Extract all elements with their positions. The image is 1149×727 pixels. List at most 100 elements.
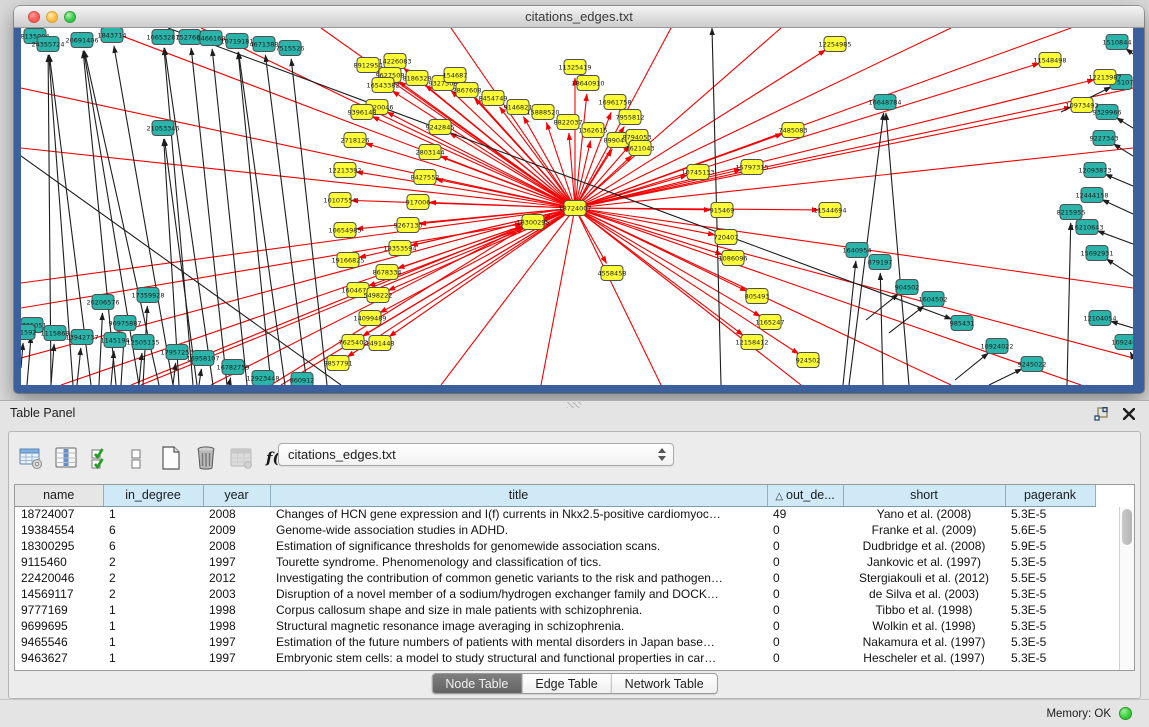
table-cell[interactable]: 0 [767,522,843,538]
table-cell[interactable]: 1997 [203,554,270,570]
citation-edge[interactable] [1097,231,1133,244]
graph-node[interactable]: 9245022 [1018,357,1047,372]
citation-edge[interactable] [61,226,523,385]
table-row[interactable]: 946554611997Estimation of the future num… [15,634,1095,650]
table-cell[interactable]: Estimation of significance thresholds fo… [270,538,767,554]
graph-node[interactable]: 879197 [868,255,893,270]
citation-edge[interactable] [575,208,1081,385]
table-selector[interactable]: citations_edges.txt [278,443,674,466]
citation-edge[interactable] [575,208,661,385]
citation-edge[interactable] [880,273,883,385]
table-cell[interactable]: 5.3E-5 [1005,602,1095,618]
graph-node[interactable]: 1843714 [98,28,127,43]
graph-node[interactable]: 1165247 [756,315,785,330]
close-panel-icon[interactable] [1121,406,1137,422]
citation-edge[interactable] [99,313,102,385]
memory-status-icon[interactable] [1119,707,1132,720]
table-cell[interactable]: Embryonic stem cells: a model to study s… [270,650,767,666]
citation-edge[interactable] [387,112,575,208]
table-cell[interactable]: Corpus callosum shape and size in male p… [270,602,767,618]
graph-node[interactable]: 1604502 [919,292,948,307]
table-cell[interactable]: 2 [103,586,203,602]
graph-node[interactable]: 915469 [710,203,735,218]
table-cell[interactable]: 0 [767,602,843,618]
citation-edge[interactable] [575,107,1071,208]
table-cell[interactable]: 22420046 [15,570,103,586]
table-cell[interactable]: 0 [767,554,843,570]
graph-node[interactable]: 7515526 [276,41,305,56]
table-cell[interactable]: 1 [103,506,203,522]
table-cell[interactable]: Jankovic et al. (1997) [843,554,1005,570]
citation-edge[interactable] [569,133,575,208]
graph-node[interactable]: 11325419 [558,60,591,75]
graph-node[interactable]: 5498222 [364,288,393,303]
citation-edge[interactable] [1067,223,1071,385]
table-row[interactable]: 977716911998Corpus callosum shape and si… [15,602,1095,618]
graph-node[interactable]: 1086096 [719,251,748,266]
citation-edge[interactable] [291,59,327,385]
table-cell[interactable]: 5.3E-5 [1005,618,1095,634]
table-cell[interactable]: Stergiakouli et al. (2012) [843,570,1005,586]
citation-edge[interactable] [1106,259,1133,276]
table-cell[interactable]: 2008 [203,506,270,522]
graph-node[interactable]: 14099489 [353,311,386,326]
column-header-outde[interactable]: △out_de... [767,485,843,506]
table-cell[interactable]: Disruption of a novel member of a sodium… [270,586,767,602]
table-cell[interactable]: 1997 [203,650,270,666]
table-row[interactable]: 969969511998Structural magnetic resonanc… [15,618,1095,634]
column-header-indegree[interactable]: in_degree [103,485,203,506]
table-cell[interactable]: 5.3E-5 [1005,586,1095,602]
table-cell[interactable]: Changes of HCN gene expression and I(f) … [270,506,767,522]
table-cell[interactable]: 0 [767,586,843,602]
citation-edge[interactable] [955,353,988,380]
table-cell[interactable]: 5.3E-5 [1005,506,1095,522]
citation-edge[interactable] [989,369,1022,385]
table-cell[interactable]: Hescheler et al. (1997) [843,650,1005,666]
table-cell[interactable]: 2003 [203,586,270,602]
table-cell[interactable]: 1998 [203,618,270,634]
graph-node[interactable]: 9857791 [324,356,353,371]
graph-node[interactable]: 2718126 [341,133,370,148]
table-cell[interactable]: 2 [103,570,203,586]
table-cell[interactable]: 2012 [203,570,270,586]
table-mode-icon[interactable] [17,444,45,472]
citation-edge[interactable] [372,117,575,208]
graph-node[interactable]: 16961758 [598,95,631,110]
table-cell[interactable]: 5.3E-5 [1005,634,1095,650]
graph-node[interactable]: 1362615 [579,123,608,138]
citation-edge[interactable] [21,208,575,283]
citation-edge[interactable] [21,343,23,368]
graph-node[interactable]: 21053346 [146,121,179,136]
table-cell[interactable]: 5.9E-5 [1005,538,1095,554]
table-cell[interactable]: Investigating the contribution of common… [270,570,767,586]
table-row[interactable]: 911546021997Tourette syndrome. Phenomeno… [15,554,1095,570]
node-table-grid[interactable]: namein_degreeyeartitle△out_de...shortpag… [15,485,1096,666]
table-cell[interactable]: Tibbo et al. (1998) [843,602,1005,618]
graph-node[interactable]: 2867608 [453,83,482,98]
table-cell[interactable]: 9463627 [15,650,103,666]
table-cell[interactable]: 14569117 [15,586,103,602]
show-columns-icon[interactable] [52,444,80,472]
deselect-all-icon[interactable] [122,444,150,472]
graph-node[interactable]: 8186328 [403,71,432,86]
new-column-icon[interactable] [157,444,185,472]
citation-edge[interactable] [1102,200,1133,214]
graph-node[interactable]: 917006 [406,195,431,210]
tab-edge-table[interactable]: Edge Table [522,674,611,693]
graph-node[interactable]: 8678334 [373,265,402,280]
graph-node[interactable]: 11548498 [1033,53,1066,68]
table-cell[interactable]: 0 [767,618,843,634]
graph-node[interactable]: 805493 [745,289,770,304]
citation-edge[interactable] [886,113,909,385]
table-cell[interactable]: 0 [767,634,843,650]
graph-node[interactable]: 12254985 [818,37,851,52]
graph-node[interactable]: 1092402 [1112,335,1133,350]
graph-node[interactable]: 1640954 [843,243,872,258]
graph-node[interactable]: 7625402 [339,335,368,350]
graph-node[interactable]: 8427552 [411,170,440,185]
window-titlebar[interactable]: citations_edges.txt [14,6,1144,28]
graph-node[interactable]: 1145194 [101,333,130,348]
graph-node[interactable]: 15692931 [1080,246,1113,261]
table-row[interactable]: 2242004622012Investigating the contribut… [15,570,1095,586]
citation-edge[interactable] [575,88,1133,208]
